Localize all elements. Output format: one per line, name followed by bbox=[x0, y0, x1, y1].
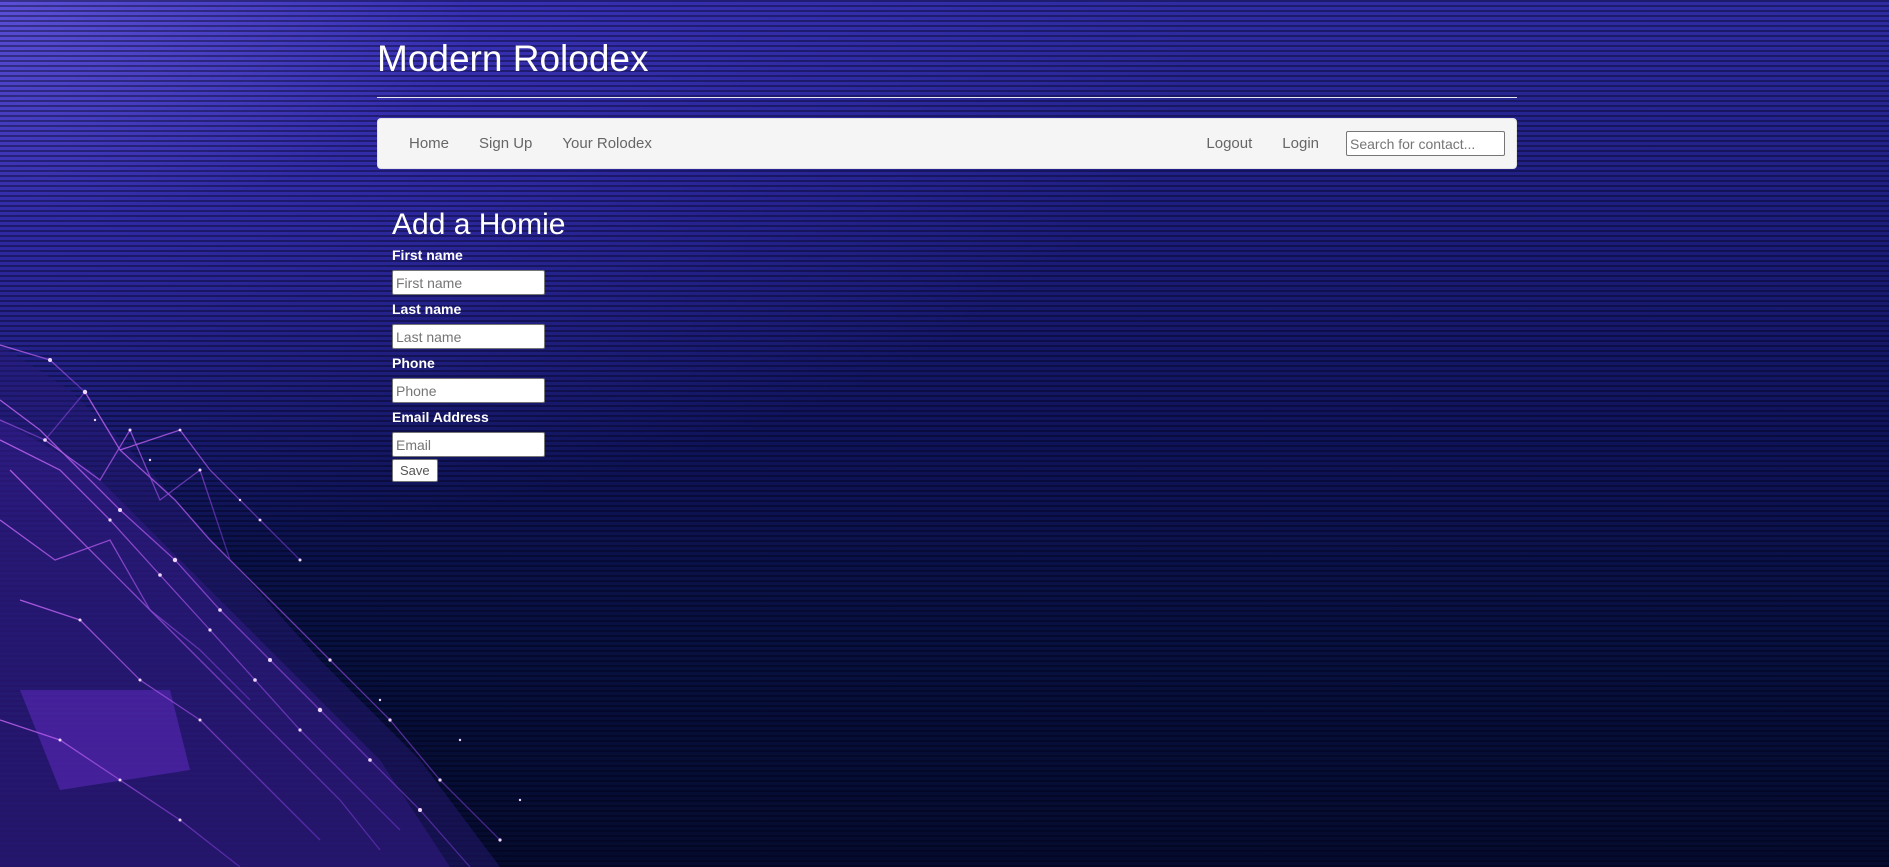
first-name-label: First name bbox=[392, 247, 463, 263]
contact-search-input[interactable] bbox=[1346, 131, 1505, 156]
add-homie-form: Add a Homie First name Last name Phone E… bbox=[392, 208, 1517, 482]
save-button[interactable]: Save bbox=[392, 459, 438, 482]
email-label: Email Address bbox=[392, 409, 489, 425]
navbar: Home Sign Up Your Rolodex Logout Login bbox=[377, 118, 1517, 169]
nav-link-sign-up[interactable]: Sign Up bbox=[464, 119, 547, 168]
email-input[interactable] bbox=[392, 432, 545, 457]
last-name-input[interactable] bbox=[392, 324, 545, 349]
phone-label: Phone bbox=[392, 355, 435, 371]
phone-input[interactable] bbox=[392, 378, 545, 403]
nav-link-home[interactable]: Home bbox=[394, 119, 464, 168]
first-name-input[interactable] bbox=[392, 270, 545, 295]
title-divider bbox=[377, 97, 1517, 98]
nav-link-logout[interactable]: Logout bbox=[1191, 119, 1267, 168]
page-container: Modern Rolodex Home Sign Up Your Rolodex… bbox=[377, 0, 1517, 482]
site-title: Modern Rolodex bbox=[377, 38, 649, 79]
nav-link-login[interactable]: Login bbox=[1267, 119, 1334, 168]
form-heading: Add a Homie bbox=[392, 208, 566, 241]
last-name-label: Last name bbox=[392, 301, 462, 317]
nav-left-group: Home Sign Up Your Rolodex bbox=[394, 119, 667, 168]
nav-right-group: Logout Login bbox=[1191, 119, 1505, 168]
nav-link-your-rolodex[interactable]: Your Rolodex bbox=[547, 119, 667, 168]
